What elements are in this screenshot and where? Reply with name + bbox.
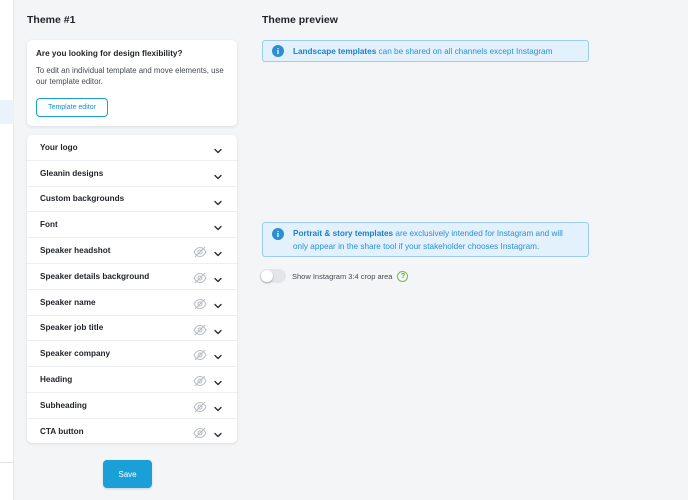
nav-divider xyxy=(0,462,14,463)
portrait-info-bold: Portrait & story templates xyxy=(293,229,394,238)
settings-row[interactable]: Custom backgrounds xyxy=(27,187,237,213)
chevron-down-icon[interactable] xyxy=(213,401,223,412)
settings-row-label: Subheading xyxy=(40,400,87,410)
settings-row[interactable]: CTA button xyxy=(27,419,237,445)
save-button[interactable]: Save xyxy=(103,460,152,488)
settings-row[interactable]: Speaker headshot xyxy=(27,238,237,264)
chevron-down-icon[interactable] xyxy=(213,143,223,154)
eye-off-icon[interactable] xyxy=(193,297,207,310)
eye-off-icon[interactable] xyxy=(193,271,207,284)
settings-row-label: Font xyxy=(40,220,58,230)
help-icon[interactable]: ? xyxy=(397,270,409,282)
landscape-info-bold: Landscape templates xyxy=(293,47,377,56)
template-editor-button[interactable]: Template editor xyxy=(36,98,108,117)
info-icon: i xyxy=(272,45,284,57)
crop-toggle-row: Show Instagram 3:4 crop area ? xyxy=(260,268,409,284)
eye-off-icon[interactable] xyxy=(193,400,207,413)
info-icon: i xyxy=(272,228,284,240)
landscape-info-banner: i Landscape templates can be shared on a… xyxy=(262,40,589,62)
settings-row-label: Speaker company xyxy=(40,349,111,359)
landscape-info-text: can be shared on all channels except Ins… xyxy=(376,47,553,56)
nav-active-highlight xyxy=(0,100,14,124)
instagram-crop-toggle[interactable] xyxy=(260,269,286,283)
eye-off-icon[interactable] xyxy=(193,426,207,439)
chevron-down-icon[interactable] xyxy=(213,246,223,257)
settings-row-label: Heading xyxy=(40,375,73,385)
settings-row[interactable]: Speaker name xyxy=(27,290,237,316)
crop-toggle-label: Show Instagram 3:4 crop area xyxy=(292,271,393,281)
design-flexibility-card: Are you looking for design flexibility? … xyxy=(27,40,237,126)
chevron-down-icon[interactable] xyxy=(213,272,223,283)
settings-row-label: Your logo xyxy=(40,142,78,152)
eye-off-icon[interactable] xyxy=(193,323,207,335)
portrait-info-banner: i Portrait & story templates are exclusi… xyxy=(262,222,589,257)
eye-off-icon[interactable] xyxy=(193,374,207,387)
settings-row-label: Speaker headshot xyxy=(40,246,111,256)
settings-row[interactable]: Speaker details background xyxy=(27,264,237,290)
theme-settings-panel: Your logo Gleanin designs Custom backgroun… xyxy=(27,135,237,443)
left-nav-strip xyxy=(0,0,14,500)
settings-row-label: Gleanin designs xyxy=(40,168,104,178)
chevron-down-icon[interactable] xyxy=(213,169,223,179)
settings-row-label: Custom backgrounds xyxy=(40,194,125,204)
chevron-down-icon[interactable] xyxy=(213,298,223,308)
theme-title: Theme #1 xyxy=(27,14,76,26)
settings-row[interactable]: Heading xyxy=(27,367,237,393)
chevron-down-icon[interactable] xyxy=(213,324,223,334)
flexibility-description: To edit an individual template and move … xyxy=(36,66,224,86)
settings-row[interactable]: Font xyxy=(27,212,237,239)
settings-row-label: Speaker details background xyxy=(40,271,150,281)
settings-row[interactable]: Subheading xyxy=(27,393,237,419)
eye-off-icon[interactable] xyxy=(193,348,207,361)
settings-row-label: CTA button xyxy=(40,427,84,437)
chevron-down-icon[interactable] xyxy=(213,375,223,386)
chevron-down-icon[interactable] xyxy=(213,427,223,437)
chevron-down-icon[interactable] xyxy=(213,220,223,231)
settings-row-label: Speaker name xyxy=(40,297,96,307)
settings-row[interactable]: Speaker job title xyxy=(27,316,237,342)
flexibility-question: Are you looking for design flexibility? xyxy=(36,49,183,58)
chevron-down-icon[interactable] xyxy=(213,195,223,205)
settings-row[interactable]: Your logo xyxy=(27,135,237,161)
settings-row[interactable]: Gleanin designs xyxy=(27,161,237,187)
settings-row-label: Speaker job title xyxy=(40,323,104,333)
toggle-knob xyxy=(261,270,273,282)
settings-row[interactable]: Speaker company xyxy=(27,341,237,368)
preview-title: Theme preview xyxy=(262,14,338,26)
eye-off-icon[interactable] xyxy=(193,245,207,258)
chevron-down-icon[interactable] xyxy=(213,349,223,360)
